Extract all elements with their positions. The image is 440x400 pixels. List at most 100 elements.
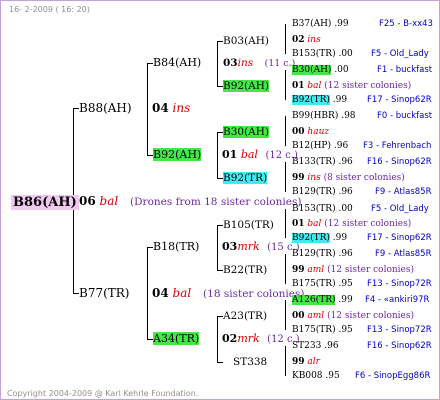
gen4-node-b22[interactable]: B22(TR) (223, 263, 267, 277)
leaf-year: 00 (292, 311, 305, 321)
leaf-name: B92(TR) (292, 95, 330, 105)
leaf-row[interactable]: B129(TR) .96 (292, 185, 353, 199)
gen4-node-a23[interactable]: A23(TR) (223, 309, 267, 323)
connector (217, 41, 218, 86)
leaf-row[interactable]: B175(TR) .95 (292, 323, 353, 337)
leaf-row[interactable]: B133(TR) .96 (292, 155, 353, 169)
dam-node[interactable]: B77(TR) (79, 286, 130, 300)
leaf-row[interactable]: B129(TR) .96 (292, 247, 353, 261)
dam-mark: bal (172, 286, 192, 300)
gen4-node-b92ah[interactable]: B92(AH) (223, 79, 270, 93)
gen4-node-b03[interactable]: B03(AH) (223, 34, 269, 48)
sire-mark: ins (172, 101, 191, 115)
leaf-year: 99 (292, 265, 305, 275)
leaf-row[interactable]: B175(TR) .95 (292, 277, 353, 291)
leaf-row[interactable]: B92(TR) .99 (292, 93, 347, 107)
leaf-row[interactable]: B30(AH) .00 (292, 63, 349, 77)
leaf-row[interactable]: B153(TR) .00 (292, 202, 353, 216)
leaf-mark: bal (307, 219, 322, 229)
sire-year: 04 (152, 101, 169, 115)
leaf-mark: hauz (307, 127, 330, 137)
leaf-source: F25 - B-xx43 (379, 19, 433, 29)
leaf-name: B175(TR) (292, 325, 336, 335)
leaf-row[interactable]: B37(AH) .99 (292, 17, 349, 31)
leaf-source: F9 - Atlas85R (375, 187, 432, 197)
leaf-value: .99 (334, 19, 349, 29)
gen3-b18-mark: mrk (237, 240, 260, 253)
connector (217, 316, 218, 362)
gen4-b03-note: (11 c.) (264, 58, 296, 69)
gen3-node-b92[interactable]: B92(AH) (153, 148, 202, 162)
leaf-source: F3 - Fehrenbach (363, 141, 432, 151)
connector (285, 300, 286, 330)
gen3-node-b18[interactable]: B18(TR) (153, 240, 199, 254)
leaf-name: B92(TR) (292, 233, 330, 243)
leaf-year: 01 (292, 81, 305, 91)
root-node[interactable]: B86(AH) (11, 194, 79, 210)
leaf-name: ST233 (292, 341, 322, 351)
leaf-value: .98 (341, 111, 356, 121)
root-note: (Drones from 18 sister colonies) (130, 196, 302, 208)
leaf-source: F9 - Atlas85R (375, 249, 432, 259)
leaf-value: .99 (332, 233, 348, 243)
leaf-name: B99(HBR) (292, 111, 339, 121)
root-info: 06 bal (Drones from 18 sister colonies) (79, 194, 301, 209)
leaf-value: .95 (325, 371, 340, 381)
leaf-source: F17 - Sinop62R (367, 95, 432, 105)
leaf-source: F16 - Sinop62R (367, 157, 432, 167)
leaf-info: 02 ins (292, 33, 321, 47)
leaf-value: .00 (338, 204, 353, 214)
leaf-note: (8 sister colonies) (323, 173, 405, 183)
gen4-b03-info: 03ins (11 c.) (223, 56, 295, 71)
leaf-value: .95 (338, 279, 353, 289)
gen3-b18-year: 03 (222, 240, 238, 253)
leaf-row[interactable]: B12(HP) .96 (292, 139, 348, 153)
leaf-row[interactable]: KB008 .95 (292, 369, 340, 383)
gen3-b18-info: 03mrk (15 c.) (222, 240, 300, 255)
leaf-year: 02 (292, 35, 305, 45)
leaf-source: F0 - buckfast (377, 111, 433, 121)
leaf-row[interactable]: B92(TR) .99 (292, 231, 347, 245)
gen4-node-b92tr[interactable]: B92(TR) (223, 171, 268, 185)
leaf-name: B153(TR) (292, 204, 336, 214)
sire-node[interactable]: B88(AH) (79, 101, 132, 115)
leaf-name: B129(TR) (292, 249, 336, 259)
root-mark: bal (99, 194, 119, 208)
gen3-node-a34[interactable]: A34(TR) (153, 332, 200, 346)
connector (285, 116, 286, 146)
leaf-info: 99 alr (292, 355, 320, 369)
leaf-value: .99 (338, 295, 353, 305)
leaf-info: 00 aml (12 sister colonies) (292, 309, 414, 323)
gen3-a34-info: 02mrk (12 c.) (222, 332, 300, 347)
gen3-b92-info: 01 bal (12 c.) (222, 148, 298, 163)
leaf-note: (12 sister colonies) (327, 265, 414, 275)
gen3-node-b84[interactable]: B84(AH) (153, 56, 201, 70)
leaf-row[interactable]: ST233 .96 (292, 339, 339, 353)
leaf-info: 01 bal (12 sister colonies) (292, 79, 411, 93)
gen3-a34-name: A34(TR) (153, 332, 200, 345)
leaf-info: 01 bal (12 sister colonies) (292, 217, 411, 231)
leaf-row[interactable]: B153(TR) .00 (292, 47, 353, 61)
gen4-node-b30[interactable]: B30(AH) (223, 125, 270, 139)
leaf-note: (12 sister colonies) (324, 219, 412, 229)
leaf-name: B12(HP) (292, 141, 331, 151)
leaf-source: F5 - Old_Lady (371, 49, 429, 59)
leaf-mark: ins (307, 35, 321, 45)
gen4-b92tr-name: B92(TR) (223, 172, 268, 184)
leaf-note: (12 sister colonies) (324, 81, 412, 91)
leaf-source: F6 - SinopEgg86R (355, 371, 431, 381)
connector (285, 209, 286, 238)
gen4-node-b105[interactable]: B105(TR) (223, 218, 274, 232)
leaf-value: .95 (338, 325, 353, 335)
connector (217, 225, 218, 270)
leaf-value: .00 (334, 65, 349, 75)
gen4-b03-mark: ins (237, 57, 254, 69)
leaf-name: B175(TR) (292, 279, 336, 289)
dam-info: 04 bal (18 sister colonies) (152, 286, 304, 301)
leaf-name: KB008 (292, 371, 323, 381)
gen4-node-st338[interactable]: ST338 (233, 355, 267, 369)
connector (285, 162, 286, 192)
leaf-value: .96 (324, 341, 339, 351)
leaf-row[interactable]: A126(TR) .99 (292, 293, 353, 307)
leaf-row[interactable]: B99(HBR) .98 (292, 109, 356, 123)
